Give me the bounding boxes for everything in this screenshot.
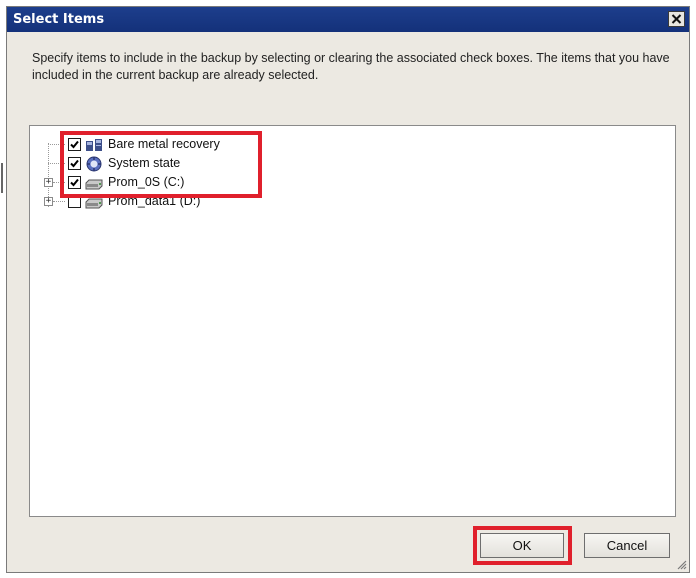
background-edge (1, 163, 3, 193)
drive-icon (85, 196, 103, 212)
expand-icon[interactable]: + (44, 197, 53, 206)
close-button[interactable] (668, 11, 685, 27)
selection-highlight (60, 131, 262, 198)
dialog-description: Specify items to include in the backup b… (32, 51, 670, 82)
items-tree[interactable]: Bare metal recovery System state + Prom_… (29, 125, 676, 517)
ok-button-highlight (473, 526, 572, 565)
dialog-title: Select Items (13, 12, 105, 27)
close-icon (671, 14, 682, 24)
select-items-dialog: Select Items Specify items to include in… (6, 6, 690, 573)
resize-grip-icon[interactable] (675, 558, 687, 570)
expand-icon[interactable]: + (44, 178, 53, 187)
title-bar[interactable]: Select Items (7, 7, 689, 32)
cancel-button-label: Cancel (606, 538, 648, 553)
cancel-button[interactable]: Cancel (584, 533, 670, 558)
